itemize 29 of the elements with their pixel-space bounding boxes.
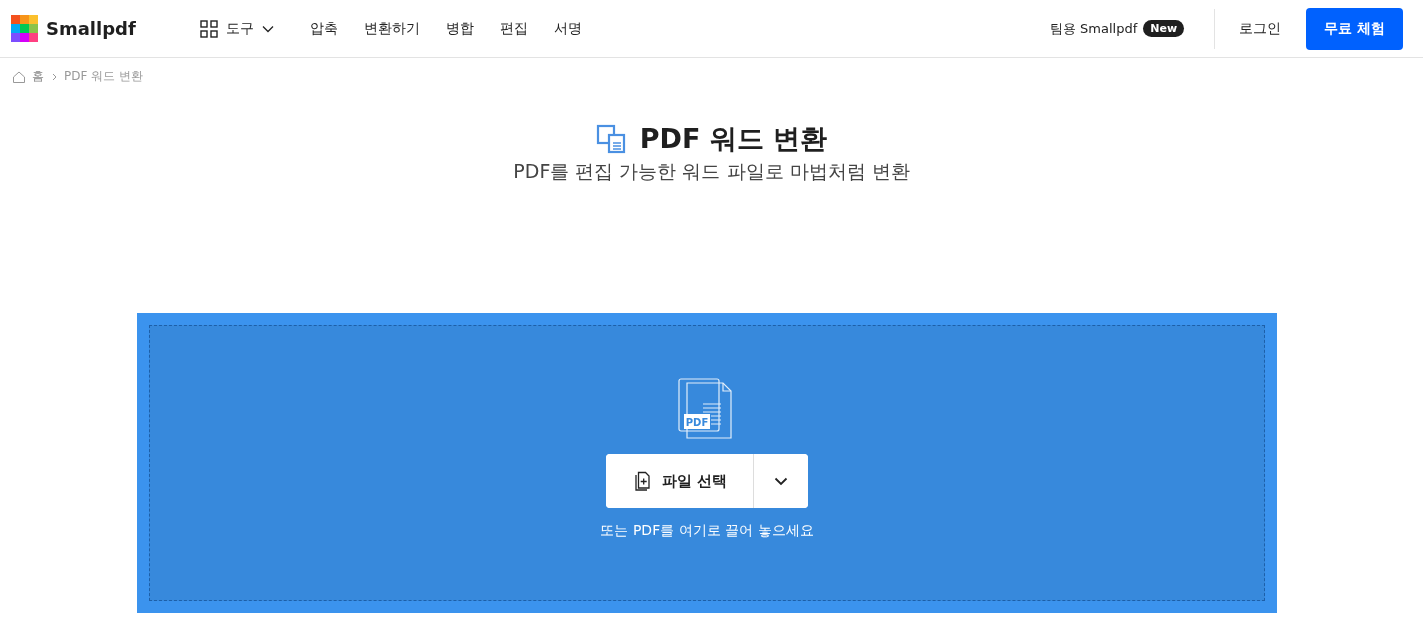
breadcrumb-link[interactable]: 홈 bbox=[32, 68, 44, 85]
logo-text: Smallpdf bbox=[46, 18, 136, 39]
nav-link[interactable]: 병합 bbox=[445, 19, 474, 38]
free-trial-button[interactable]: 무료 체험 bbox=[1306, 7, 1403, 50]
page-title: PDF 워드 변환 bbox=[639, 122, 828, 156]
grid-icon bbox=[199, 19, 218, 38]
caret-icon bbox=[261, 24, 274, 33]
file-add-icon bbox=[633, 471, 652, 491]
breadcrumb-current: PDF 워드 변환 bbox=[64, 68, 143, 85]
new-badge: New bbox=[1143, 20, 1185, 37]
documents-icon bbox=[595, 123, 628, 155]
caret-icon bbox=[774, 476, 789, 486]
nav-link[interactable]: 서명 bbox=[553, 19, 582, 38]
chevron-icon bbox=[50, 72, 58, 81]
nav-link[interactable]: 편집 bbox=[499, 19, 528, 38]
drop-hint: 또는 PDF를 여기로 끌어 놓으세요 bbox=[600, 522, 814, 540]
team-link[interactable]: 팀용 Smallpdf bbox=[1049, 19, 1138, 38]
home-icon bbox=[12, 69, 26, 84]
pdf-label: PDF bbox=[685, 416, 709, 428]
login-link[interactable]: 로그인 bbox=[1239, 19, 1282, 38]
page-subtitle: PDF를 편집 가능한 워드 파일로 마법처럼 변환 bbox=[513, 159, 910, 184]
pdf-document-icon bbox=[678, 378, 732, 439]
logo[interactable]: Smallpdf bbox=[11, 15, 136, 42]
nav-link[interactable]: 압축 bbox=[309, 19, 338, 38]
drop-zone[interactable]: PDF 파일 선택 또는 PDF를 여기로 끌어 놓으세요 bbox=[137, 313, 1277, 613]
logo-icon bbox=[11, 15, 38, 42]
choose-file-button[interactable]: 파일 선택 bbox=[605, 454, 755, 508]
nav-link[interactable]: 변환하기 bbox=[363, 19, 420, 38]
tools-menu-button[interactable]: 도구 bbox=[199, 19, 274, 38]
